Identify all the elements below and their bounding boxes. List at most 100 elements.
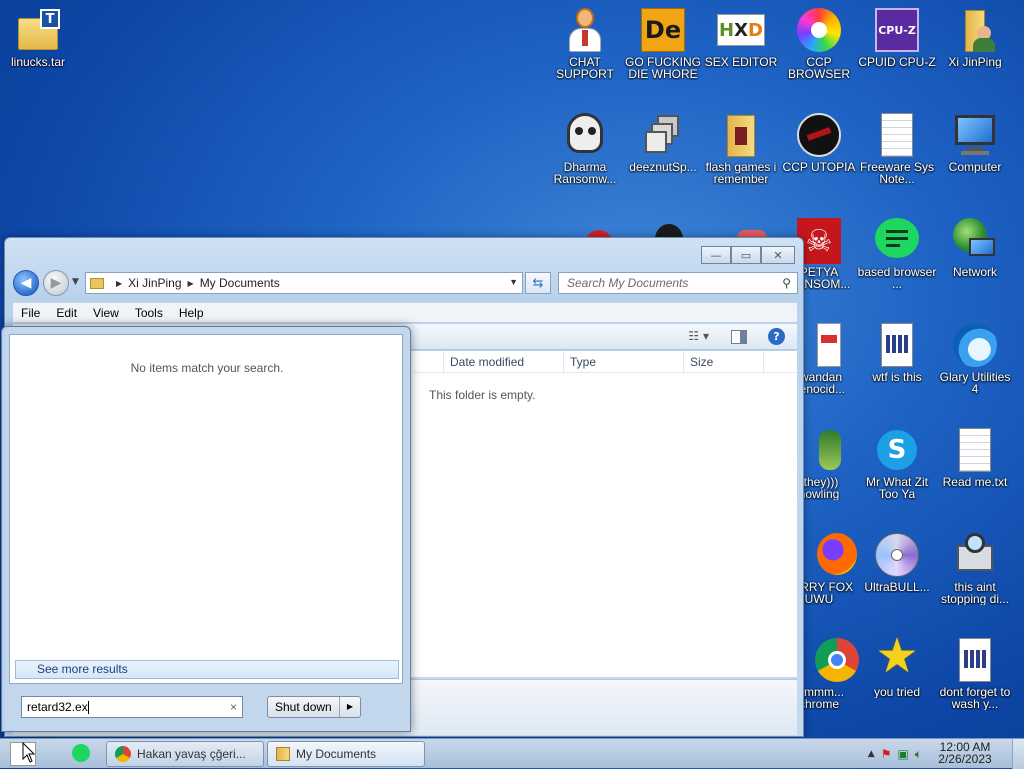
column-date-modified[interactable]: Date modified <box>450 355 524 369</box>
column-headers: Date modified Type Size <box>413 351 797 373</box>
desktop-icon-label: this aint stopping di... <box>940 581 1010 605</box>
see-more-results-link[interactable]: See more results <box>15 660 399 679</box>
desktop-icon-wash[interactable]: dont forget to wash y... <box>935 630 1015 726</box>
user-folder-icon <box>951 6 999 54</box>
volume-icon[interactable]: 🔈︎ <box>915 747 922 762</box>
desktop-icon-you-tried[interactable]: ★ you tried <box>857 630 937 726</box>
clock-date: 2/26/2023 <box>938 752 992 766</box>
menu-help[interactable]: Help <box>171 306 212 320</box>
close-button[interactable]: ✕ <box>761 246 795 264</box>
menu-view[interactable]: View <box>85 306 127 320</box>
shutdown-options-arrow-icon[interactable]: ▶ <box>339 697 360 717</box>
magnifier-computer-icon <box>951 531 999 579</box>
desktop-icon-cpuz[interactable]: CPU-Z CPUID CPU-Z <box>857 0 937 96</box>
breadcrumb-my-documents[interactable]: My Documents <box>200 276 280 290</box>
start-search-input[interactable]: retard32.ex × <box>21 696 243 718</box>
shutdown-button[interactable]: Shut down ▶ <box>267 696 361 718</box>
search-icon[interactable]: ⚲ <box>782 276 791 290</box>
desktop-icon-label: you tried <box>873 686 921 698</box>
search-placeholder: Search My Documents <box>567 276 689 290</box>
desktop-icon-label: GO FUCKING DIE WHORE <box>624 56 701 80</box>
menu-tools[interactable]: Tools <box>127 306 171 320</box>
refresh-button[interactable]: ⇆ <box>525 272 551 294</box>
desktop-icon-based-browser[interactable]: based browser ... <box>857 210 937 306</box>
desktop-icon-glary[interactable]: Glary Utilities 4 <box>935 315 1015 411</box>
address-dropdown-icon[interactable]: ▼ <box>509 277 518 287</box>
forward-button[interactable]: ▶ <box>43 270 69 296</box>
desktop-icon-ccp-utopia[interactable]: CCP UTOPIA <box>779 105 859 201</box>
clear-search-icon[interactable]: × <box>230 697 237 717</box>
desktop-icon-label: based browser ... <box>857 266 937 290</box>
address-bar[interactable]: ▶ Xi JinPing ▶ My Documents ▼ <box>85 272 523 294</box>
stacked-windows-icon <box>639 111 687 159</box>
menu-file[interactable]: File <box>13 306 48 320</box>
desktop-icon-label: CPUID CPU-Z <box>858 56 936 68</box>
desktop-icon-xi-jinping[interactable]: Xi JinPing <box>935 0 1015 96</box>
column-divider <box>443 351 444 373</box>
maximize-button[interactable]: ▭ <box>731 246 761 264</box>
breadcrumb-xi-jinping[interactable]: Xi JinPing <box>128 276 181 290</box>
desktop-icon-ultrabull[interactable]: UltraBULL... <box>857 525 937 621</box>
column-type[interactable]: Type <box>570 355 596 369</box>
show-desktop-button[interactable] <box>1012 739 1024 769</box>
network-status-icon[interactable]: ▣ <box>897 747 908 761</box>
preview-pane-icon[interactable] <box>731 330 747 344</box>
desktop-icon-skype[interactable]: S Mr What Zit Too Ya <box>857 420 937 516</box>
desktop-icon-chat-support[interactable]: CHAT SUPPORT <box>545 0 625 96</box>
network-globe-icon <box>951 216 999 264</box>
desktop-icon-freeware[interactable]: Freeware Sys Note... <box>857 105 937 201</box>
support-person-icon <box>561 6 609 54</box>
pinned-based-browser-icon[interactable] <box>72 744 90 762</box>
desktop-icon-network[interactable]: Network <box>935 210 1015 306</box>
skull-headset-icon <box>561 111 609 159</box>
desktop-icon-dharma[interactable]: Dharma Ransomw... <box>545 105 625 201</box>
navigation-bar: ◀ ▶ ▼ ▶ Xi JinPing ▶ My Documents ▼ ⇆ Se… <box>13 270 798 296</box>
desktop-icon-linucks[interactable]: T linucks.tar <box>0 0 78 96</box>
menu-bar: File Edit View Tools Help <box>13 302 797 322</box>
change-view-icon[interactable]: ☷ ▾ <box>688 329 709 343</box>
recent-pages-dropdown[interactable]: ▼ <box>72 277 79 287</box>
column-divider <box>683 351 684 373</box>
desktop-icon-label: CCP BROWSER <box>787 56 850 80</box>
desktop-icon-ccp-browser[interactable]: CCP BROWSER <box>779 0 859 96</box>
desktop-icon-label: Dharma Ransomw... <box>553 161 617 185</box>
folder-icon <box>276 747 290 761</box>
desktop-icon-aint-stopping[interactable]: this aint stopping di... <box>935 525 1015 621</box>
breadcrumb-separator-icon: ▶ <box>116 278 123 288</box>
skype-icon: S <box>873 426 921 474</box>
desktop-icon-die[interactable]: De GO FUCKING DIE WHORE <box>623 0 703 96</box>
shutdown-label: Shut down <box>275 700 332 714</box>
search-results-panel: No items match your search. See more res… <box>9 334 403 684</box>
folder-archive-icon: T <box>14 6 62 54</box>
window-controls: — ▭ ✕ <box>701 246 795 264</box>
clock[interactable]: 12:00 AM 2/26/2023 <box>930 741 1000 765</box>
taskbar-item-chrome[interactable]: Hakan yavaş çğeri... <box>106 741 264 767</box>
desktop-icon-flash-games[interactable]: flash games i remember <box>701 105 781 201</box>
desktop-icon-label: UltraBULL... <box>864 581 930 593</box>
desktop-icon-label: linucks.tar <box>10 56 66 68</box>
help-icon[interactable]: ? <box>768 328 785 345</box>
folder-icon <box>90 277 104 289</box>
minimize-button[interactable]: — <box>701 246 731 264</box>
taskbar-item-label: Hakan yavaş çğeri... <box>137 747 246 761</box>
hex-editor-icon: HXD <box>717 6 765 54</box>
desktop-icon-sex-editor[interactable]: HXD SEX EDITOR <box>701 0 781 96</box>
show-hidden-icons-arrow-icon[interactable]: ▲ <box>868 749 875 759</box>
desktop-icon-label: SEX EDITOR <box>704 56 778 68</box>
action-center-flag-icon[interactable]: ⚑ <box>881 747 892 761</box>
taskbar-item-my-documents[interactable]: My Documents <box>267 741 425 767</box>
desktop-icon-computer[interactable]: Computer <box>935 105 1015 201</box>
text-document-icon <box>951 426 999 474</box>
column-size[interactable]: Size <box>690 355 713 369</box>
desktop-icon-deeznut[interactable]: deeznutSp... <box>623 105 703 201</box>
search-input[interactable]: Search My Documents ⚲ <box>558 272 798 294</box>
back-button[interactable]: ◀ <box>13 270 39 296</box>
desktop-icon-wtf[interactable]: wtf is this <box>857 315 937 411</box>
empty-folder-message: This folder is empty. <box>429 388 536 402</box>
column-divider <box>563 351 564 373</box>
desktop-icon-readme[interactable]: Read me.txt <box>935 420 1015 516</box>
desktop-icon-label: flash games i remember <box>705 161 777 185</box>
no-results-message: No items match your search. <box>130 361 284 375</box>
de-logo-icon: De <box>639 6 687 54</box>
menu-edit[interactable]: Edit <box>48 306 85 320</box>
